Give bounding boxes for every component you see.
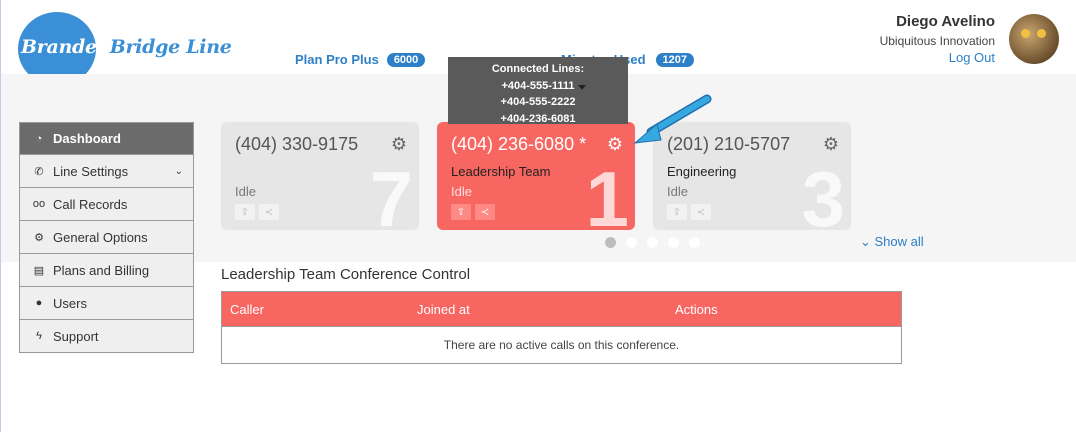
gear-icon: ⚙ [34,231,44,244]
lightning-icon: ϟ [36,330,42,342]
transfer-icon[interactable]: ⇪ [235,204,255,220]
show-all-link[interactable]: ⌄ Show all [860,234,924,250]
show-all-label: Show all [874,234,924,249]
column-header-caller: Caller [230,301,264,317]
minutes-used-badge: 1207 [655,52,694,67]
carousel-dot[interactable] [647,237,658,248]
voicemail-icon: oo [32,198,46,210]
line-number: (404) 330-9175 [235,134,359,154]
tooltip-title: Connected Lines: [491,63,585,75]
carousel-dot[interactable] [605,237,616,248]
line-big-number: 1 [585,155,629,230]
gear-icon[interactable]: ⚙ [391,134,407,155]
line-team: Leadership Team [451,164,551,179]
user-info: Diego Avelino Ubiquitous Innovation Log … [880,13,995,65]
line-number: (201) 210-5707 [667,134,791,154]
sidebar-item-label: Line Settings [53,163,129,179]
plan-indicator: Plan Pro Plus 6000 [295,52,426,67]
carousel-dot[interactable] [668,237,679,248]
connected-lines-tooltip: Connected Lines: +404-555-1111 +404-555-… [448,57,628,125]
line-actions: ⇪ ≺ [667,204,711,220]
user-icon: ● [35,297,43,309]
chevron-down-icon[interactable]: ⌄ [175,166,183,177]
sidebar-item-label: Call Records [53,196,128,212]
sidebar-item-support[interactable]: ϟ Support [19,320,194,353]
carousel-dot[interactable] [626,237,637,248]
logout-link[interactable]: Log Out [880,50,995,65]
line-card[interactable]: (404) 330-9175 ⚙ Idle 7 ⇪ ≺ [221,122,419,230]
sidebar-item-label: Users [53,295,87,311]
table-header: Caller Joined at Actions [222,292,901,326]
tooltip-line: +404-555-2222 [500,96,576,108]
line-actions: ⇪ ≺ [451,204,495,220]
sidebar-item-call-records[interactable]: oo Call Records [19,188,194,221]
column-header-actions: Actions [675,301,718,317]
sidebar-item-label: Dashboard [53,131,121,146]
user-org: Ubiquitous Innovation [879,34,995,48]
logo-text[interactable]: BrandedBridge Line [21,36,232,58]
line-big-number: 7 [369,155,413,230]
gear-icon[interactable]: ⚙ [823,134,839,155]
avatar[interactable] [1009,14,1059,64]
sidebar-item-label: Plans and Billing [53,262,150,278]
transfer-icon[interactable]: ⇪ [451,204,471,220]
sidebar-item-line-settings[interactable]: ✆ Line Settings ⌄ [19,155,194,188]
transfer-icon[interactable]: ⇪ [667,204,687,220]
share-icon[interactable]: ≺ [475,204,495,220]
sidebar: ◔ Dashboard ✆ Line Settings ⌄ oo Call Re… [19,122,194,353]
phone-icon: ✆ [34,165,44,178]
share-icon[interactable]: ≺ [691,204,711,220]
share-icon[interactable]: ≺ [259,204,279,220]
line-card[interactable]: (201) 210-5707 ⚙ Engineering Idle 3 ⇪ ≺ [653,122,851,230]
caret-down-icon [578,85,586,90]
user-name: Diego Avelino [896,13,995,30]
sidebar-item-users[interactable]: ● Users [19,287,194,320]
line-actions: ⇪ ≺ [235,204,279,220]
line-big-number: 3 [801,155,845,230]
empty-message: There are no active calls on this confer… [222,326,901,363]
gear-icon[interactable]: ⚙ [607,134,623,155]
line-status: Idle [235,184,256,199]
billing-icon: ▤ [33,264,45,277]
tooltip-line: +404-555-1111 [501,79,575,92]
dashboard-icon: ◔ [35,132,43,145]
carousel-dot[interactable] [689,237,700,248]
column-header-joined: Joined at [417,301,470,317]
sidebar-item-plans-billing[interactable]: ▤ Plans and Billing [19,254,194,287]
sidebar-item-label: General Options [53,229,148,245]
line-card-active[interactable]: (404) 236-6080 * ⚙ Leadership Team Idle … [437,122,635,230]
tooltip-line: +404-236-6081 [500,112,576,125]
sidebar-item-dashboard[interactable]: ◔ Dashboard [19,122,194,155]
carousel-dots [605,237,700,248]
chevron-down-icon: ⌄ [860,234,875,249]
conference-title: Leadership Team Conference Control [221,266,471,283]
line-status: Idle [451,184,472,199]
plan-label: Plan Pro Plus [295,52,379,67]
plan-count-badge: 6000 [386,52,426,67]
line-team: Engineering [667,164,737,179]
line-number: (404) 236-6080 * [451,134,587,154]
sidebar-item-general-options[interactable]: ⚙ General Options [19,221,194,254]
sidebar-item-label: Support [53,328,99,344]
line-status: Idle [667,184,688,199]
conference-table: Caller Joined at Actions There are no ac… [221,291,902,364]
